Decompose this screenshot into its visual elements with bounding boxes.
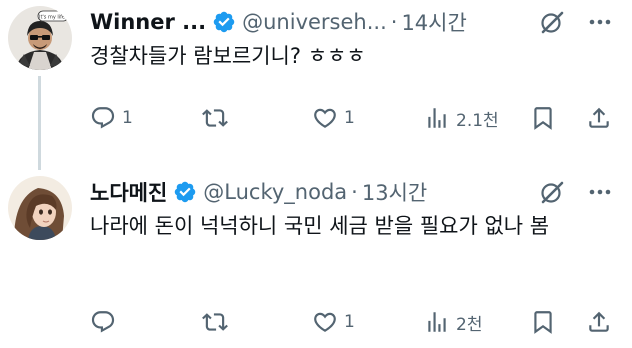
share-icon [589,311,609,332]
display-name[interactable]: Winner ... [90,10,206,34]
views-icon [428,312,446,332]
retweet-button[interactable] [202,306,234,338]
retweet-icon [202,313,228,331]
share-button[interactable] [586,102,612,134]
bookmark-button[interactable] [530,306,556,338]
avatar[interactable]: It's my life! [8,6,72,70]
reply-icon [91,107,115,129]
grok-icon[interactable] [538,178,566,206]
timestamp[interactable]: 13시간 [362,177,427,207]
verified-badge-icon [213,11,235,33]
reply-count: 1 [122,108,133,128]
views-button[interactable]: 2천 [424,306,482,338]
like-count: 1 [344,108,355,128]
separator-dot: · [390,10,398,34]
tweet[interactable]: It's my life! Winner ... @universeh... ·… [0,0,632,170]
avatar[interactable] [8,176,72,240]
svg-text:It's my life!: It's my life! [39,15,67,21]
verified-badge-icon [175,181,196,203]
bookmark-icon [534,107,552,130]
bookmark-button[interactable] [530,102,556,134]
views-button[interactable]: 2.1천 [424,102,499,134]
reply-button[interactable] [90,306,122,338]
tweet-header: Winner ... @universeh... · 14시간 [90,4,467,40]
bookmark-icon [534,311,552,334]
tweet-header: 노다메진 @Lucky_noda · 13시간 [90,174,427,210]
like-button[interactable]: 1 [312,306,355,338]
thread-line [38,76,41,170]
views-count: 2천 [456,314,483,335]
tweet[interactable]: 노다메진 @Lucky_noda · 13시간 나라에 돈이 넉넉하니 국민 세… [0,168,632,348]
more-icon[interactable] [586,8,614,36]
grok-icon[interactable] [538,8,566,36]
share-button[interactable] [586,306,612,338]
like-icon [314,312,336,332]
share-icon [589,107,609,128]
reply-button[interactable]: 1 [90,102,133,134]
views-count: 2.1천 [456,110,499,131]
retweet-icon [202,109,228,127]
like-count: 1 [344,312,355,332]
display-name[interactable]: 노다메진 [90,177,167,207]
handle[interactable]: @universeh... [242,10,387,34]
more-icon[interactable] [586,178,614,206]
tweet-text: 나라에 돈이 넉넉하니 국민 세금 받을 필요가 없나 봄 [90,214,550,238]
tweet-text: 경찰차들가 람보르기니? ㅎㅎㅎ [90,44,366,68]
views-icon [428,108,446,128]
like-icon [314,108,336,128]
action-bar: 1 2천 [90,306,620,338]
action-bar: 1 1 2.1천 [90,102,620,134]
timestamp[interactable]: 14시간 [401,7,466,37]
like-button[interactable]: 1 [312,102,355,134]
reply-icon [91,311,115,333]
retweet-button[interactable] [202,102,234,134]
handle[interactable]: @Lucky_noda [203,180,347,204]
separator-dot: · [351,180,358,204]
